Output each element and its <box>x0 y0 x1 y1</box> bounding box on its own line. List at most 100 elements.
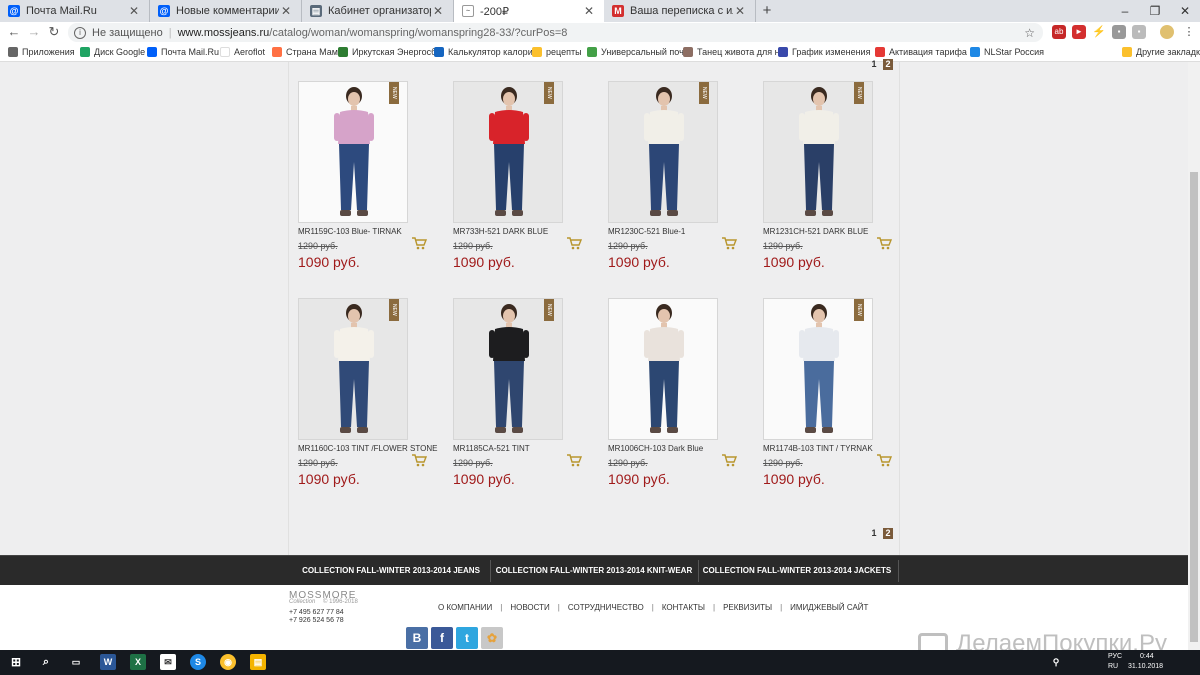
product-card[interactable]: NEW MR1159C-103 Blue- TIRNAK 1290 руб. 1090… <box>298 81 448 291</box>
browser-tab[interactable]: @ Почта Mail.Ru ✕ <box>0 0 150 22</box>
forward-arrow-icon[interactable]: → <box>26 24 42 40</box>
info-icon[interactable]: i <box>74 26 86 39</box>
product-card[interactable]: NEW MR1174B-103 TINT / TYRNAK 1290 руб. 109… <box>763 298 913 508</box>
clock-time[interactable]: 0:44 <box>1140 653 1154 660</box>
product-name[interactable]: MR1230C-521 Blue-1 <box>608 227 685 236</box>
product-card[interactable]: MR1006CH-103 Dark Blue 1290 руб. 1090 руб. <box>608 298 758 508</box>
product-image[interactable]: NEW <box>608 81 718 223</box>
page-current[interactable]: 2 <box>883 528 893 539</box>
scrollbar[interactable] <box>1188 62 1200 650</box>
product-image[interactable] <box>608 298 718 440</box>
browser-tab-active[interactable]: ~ -200₽ ✕ <box>454 0 604 22</box>
page-link[interactable]: 1 <box>869 59 879 70</box>
menu-icon[interactable]: ⋮ <box>1182 25 1196 39</box>
product-name[interactable]: MR1006CH-103 Dark Blue <box>608 444 703 453</box>
bookmark-item[interactable]: Активация тарифа <box>875 45 967 59</box>
extension-icon[interactable]: ▪ <box>1112 25 1126 39</box>
cart-icon[interactable] <box>876 236 893 250</box>
product-card[interactable]: NEW MR1231CH-521 DARK BLUE 1290 руб. 1090 р… <box>763 81 913 291</box>
bookmark-item[interactable]: Универсальный поч <box>587 45 684 59</box>
address-bar[interactable]: i Не защищено | www.mossjeans.ru/catalog… <box>68 23 1043 42</box>
product-image[interactable]: NEW <box>453 298 563 440</box>
bookmark-item[interactable]: Калькулятор калори <box>434 45 533 59</box>
twitter-icon[interactable]: t <box>456 627 478 649</box>
product-card[interactable]: NEW MR733H-521 DARK BLUE 1290 руб. 1090 руб… <box>453 81 603 291</box>
clock-date[interactable]: 31.10.2018 <box>1128 663 1163 670</box>
back-arrow-icon[interactable]: ← <box>6 24 22 40</box>
footer-link-contacts[interactable]: КОНТАКТЫ <box>654 603 713 612</box>
reload-icon[interactable]: ↻ <box>46 24 62 40</box>
product-name[interactable]: MR1160C-103 TINT /FLOWER STONE <box>298 444 437 453</box>
product-card[interactable]: NEW MR1160C-103 TINT /FLOWER STONE 1290 ру… <box>298 298 448 508</box>
cart-icon[interactable] <box>411 453 428 467</box>
product-card[interactable]: NEW MR1230C-521 Blue-1 1290 руб. 1090 руб. <box>608 81 758 291</box>
collection-link-jackets[interactable]: COLLECTION FALL-WINTER 2013-2014 JACKETS <box>702 556 892 586</box>
product-image[interactable]: NEW <box>298 298 408 440</box>
cart-icon[interactable] <box>721 236 738 250</box>
folder-icon[interactable]: ▤ <box>250 654 266 670</box>
chrome-icon[interactable]: ◉ <box>220 654 236 670</box>
bookmark-item[interactable]: Диск Google <box>80 45 145 59</box>
page-current[interactable]: 2 <box>883 59 893 70</box>
word-icon[interactable]: W <box>100 654 116 670</box>
close-tab-icon[interactable]: ✕ <box>582 4 596 18</box>
cart-icon[interactable] <box>876 453 893 467</box>
cart-icon[interactable] <box>721 453 738 467</box>
close-tab-icon[interactable]: ✕ <box>431 4 445 18</box>
cart-icon[interactable] <box>411 236 428 250</box>
product-card[interactable]: NEW MR1185CA-521 TINT 1290 руб. 1090 руб. <box>453 298 603 508</box>
cart-icon[interactable] <box>566 236 583 250</box>
browser-tab[interactable]: @ Новые комментарии ✕ <box>150 0 302 22</box>
task-view-icon[interactable]: ▭ <box>68 654 84 670</box>
collection-link-knitwear[interactable]: COLLECTION FALL-WINTER 2013-2014 KNIT-WE… <box>494 556 694 586</box>
avatar[interactable] <box>1160 25 1174 39</box>
bookmark-item[interactable]: рецепты <box>532 45 582 59</box>
facebook-icon[interactable]: f <box>431 627 453 649</box>
footer-link-requisites[interactable]: РЕКВИЗИТЫ <box>715 603 780 612</box>
language-indicator[interactable]: RU <box>1108 663 1118 670</box>
product-name[interactable]: MR1159C-103 Blue- TIRNAK <box>298 227 402 236</box>
windows-start-icon[interactable]: ⊞ <box>8 654 24 670</box>
bookmark-item[interactable]: Страна Мам <box>272 45 338 59</box>
footer-link-news[interactable]: НОВОСТИ <box>502 603 557 612</box>
excel-icon[interactable]: X <box>130 654 146 670</box>
footer-link-partnership[interactable]: СОТРУДНИЧЕСТВО <box>560 603 652 612</box>
footer-link-image-site[interactable]: ИМИДЖЕВЫЙ САЙТ <box>782 603 876 612</box>
bookmark-item[interactable]: График изменения <box>778 45 870 59</box>
search-icon[interactable]: ⌕ <box>38 654 54 670</box>
product-name[interactable]: MR1231CH-521 DARK BLUE <box>763 227 868 236</box>
bookmark-item[interactable]: Aeroflot <box>220 45 265 59</box>
product-name[interactable]: MR733H-521 DARK BLUE <box>453 227 548 236</box>
close-tab-icon[interactable]: ✕ <box>733 4 747 18</box>
browser-tab[interactable]: ▤ Кабинет организатора | «Делае ✕ <box>302 0 454 22</box>
lightning-icon[interactable]: ⚡ <box>1092 25 1106 39</box>
bookmark-item[interactable]: Танец живота для н <box>683 45 780 59</box>
close-tab-icon[interactable]: ✕ <box>279 4 293 18</box>
language-indicator[interactable]: РУС <box>1108 653 1122 660</box>
restore-button[interactable]: ❐ <box>1140 0 1170 22</box>
product-image[interactable]: NEW <box>298 81 408 223</box>
odnoklassniki-icon[interactable]: ✿ <box>481 627 503 649</box>
footer-link-about[interactable]: О КОМПАНИИ <box>430 603 500 612</box>
star-icon[interactable]: ☆ <box>1024 26 1035 40</box>
skype-icon[interactable]: S <box>190 654 206 670</box>
extension-icon[interactable]: ► <box>1072 25 1086 39</box>
cart-icon[interactable] <box>566 453 583 467</box>
minimize-button[interactable]: – <box>1110 0 1140 22</box>
people-icon[interactable]: ⚲ <box>1050 654 1062 670</box>
browser-tab[interactable]: M Ваша переписка с ильмирочка ✕ <box>604 0 756 22</box>
close-window-button[interactable]: ✕ <box>1170 0 1200 22</box>
product-image[interactable]: NEW <box>453 81 563 223</box>
product-image[interactable]: NEW <box>763 81 873 223</box>
product-name[interactable]: MR1174B-103 TINT / TYRNAK <box>763 444 873 453</box>
extension-icon[interactable]: ab <box>1052 25 1066 39</box>
bookmark-item[interactable]: Почта Mail.Ru <box>147 45 219 59</box>
bookmark-item[interactable]: NLStar Россия <box>970 45 1044 59</box>
collection-link-jeans[interactable]: COLLECTION FALL-WINTER 2013-2014 JEANS <box>296 556 486 586</box>
product-name[interactable]: MR1185CA-521 TINT <box>453 444 530 453</box>
vk-icon[interactable]: B <box>406 627 428 649</box>
mail-icon[interactable]: ✉ <box>160 654 176 670</box>
close-tab-icon[interactable]: ✕ <box>127 4 141 18</box>
extension-icon[interactable]: ▪ <box>1132 25 1146 39</box>
scrollbar-thumb[interactable] <box>1190 172 1198 642</box>
